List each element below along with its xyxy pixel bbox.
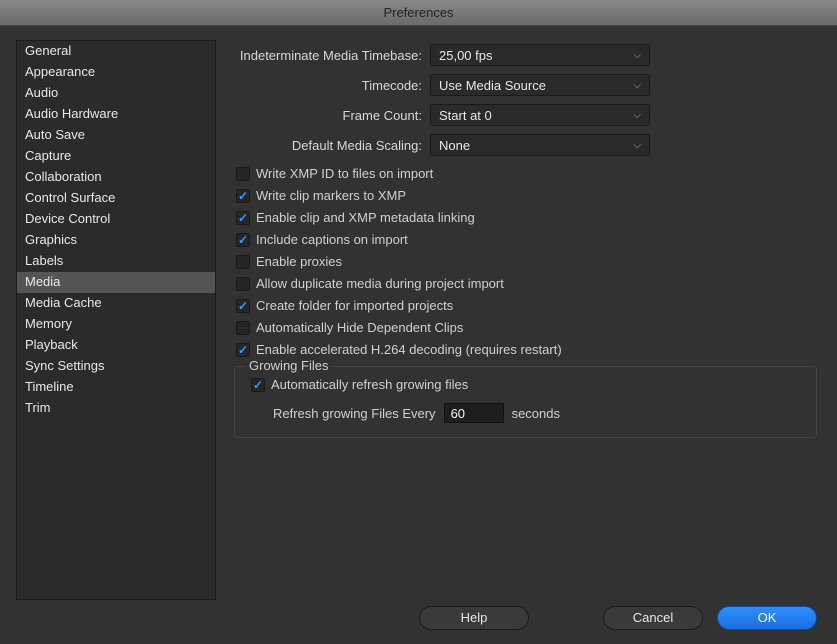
checkbox-icon <box>236 277 250 291</box>
group-title: Growing Files <box>245 358 332 373</box>
dialog-buttons: Help Cancel OK <box>419 606 817 630</box>
label-timebase: Indeterminate Media Timebase: <box>230 48 430 63</box>
preferences-panel: GeneralAppearanceAudioAudio HardwareAuto… <box>0 26 837 644</box>
select-value: 25,00 fps <box>439 48 493 63</box>
ok-button[interactable]: OK <box>717 606 817 630</box>
select-value: Use Media Source <box>439 78 546 93</box>
checkbox-label: Write clip markers to XMP <box>256 186 406 206</box>
check-2[interactable]: Enable clip and XMP metadata linking <box>236 208 821 228</box>
checkbox-icon <box>251 378 265 392</box>
check-7[interactable]: Automatically Hide Dependent Clips <box>236 318 821 338</box>
select-scaling[interactable]: None ⌵ <box>430 134 650 156</box>
label-framecount: Frame Count: <box>230 108 430 123</box>
check-4[interactable]: Enable proxies <box>236 252 821 272</box>
select-framecount[interactable]: Start at 0 ⌵ <box>430 104 650 126</box>
sidebar-item-auto-save[interactable]: Auto Save <box>17 125 215 146</box>
checkbox-label: Write XMP ID to files on import <box>256 164 433 184</box>
chevron-down-icon: ⌵ <box>633 110 641 121</box>
checkbox-label: Enable accelerated H.264 decoding (requi… <box>256 340 562 360</box>
check-6[interactable]: Create folder for imported projects <box>236 296 821 316</box>
checkbox-icon <box>236 167 250 181</box>
check-5[interactable]: Allow duplicate media during project imp… <box>236 274 821 294</box>
row-framecount: Frame Count: Start at 0 ⌵ <box>230 104 821 126</box>
category-sidebar: GeneralAppearanceAudioAudio HardwareAuto… <box>16 40 216 600</box>
sidebar-item-labels[interactable]: Labels <box>17 251 215 272</box>
checkbox-label: Automatically refresh growing files <box>271 375 468 395</box>
select-value: Start at 0 <box>439 108 492 123</box>
check-auto-refresh[interactable]: Automatically refresh growing files <box>251 375 806 395</box>
chevron-down-icon: ⌵ <box>633 140 641 151</box>
sidebar-item-device-control[interactable]: Device Control <box>17 209 215 230</box>
chevron-down-icon: ⌵ <box>633 80 641 91</box>
sidebar-item-playback[interactable]: Playback <box>17 335 215 356</box>
checkbox-label: Allow duplicate media during project imp… <box>256 274 504 294</box>
interval-suffix: seconds <box>512 406 560 421</box>
sidebar-item-appearance[interactable]: Appearance <box>17 62 215 83</box>
cancel-button[interactable]: Cancel <box>603 606 703 630</box>
sidebar-item-memory[interactable]: Memory <box>17 314 215 335</box>
sidebar-item-audio[interactable]: Audio <box>17 83 215 104</box>
checkbox-icon <box>236 233 250 247</box>
select-timebase[interactable]: 25,00 fps ⌵ <box>430 44 650 66</box>
growing-files-group: Growing Files Automatically refresh grow… <box>234 366 817 438</box>
checkbox-icon <box>236 299 250 313</box>
interval-input[interactable] <box>444 403 504 423</box>
sidebar-item-control-surface[interactable]: Control Surface <box>17 188 215 209</box>
content-row: GeneralAppearanceAudioAudio HardwareAuto… <box>16 40 821 600</box>
sidebar-item-capture[interactable]: Capture <box>17 146 215 167</box>
check-0[interactable]: Write XMP ID to files on import <box>236 164 821 184</box>
checkbox-icon <box>236 343 250 357</box>
sidebar-item-general[interactable]: General <box>17 41 215 62</box>
sidebar-item-media-cache[interactable]: Media Cache <box>17 293 215 314</box>
checkbox-label: Include captions on import <box>256 230 408 250</box>
select-timecode[interactable]: Use Media Source ⌵ <box>430 74 650 96</box>
checkbox-icon <box>236 321 250 335</box>
checkbox-icon <box>236 211 250 225</box>
sidebar-item-sync-settings[interactable]: Sync Settings <box>17 356 215 377</box>
checkbox-icon <box>236 189 250 203</box>
checkbox-icon <box>236 255 250 269</box>
select-value: None <box>439 138 470 153</box>
window-titlebar: Preferences <box>0 0 837 26</box>
sidebar-item-timeline[interactable]: Timeline <box>17 377 215 398</box>
sidebar-item-audio-hardware[interactable]: Audio Hardware <box>17 104 215 125</box>
sidebar-item-graphics[interactable]: Graphics <box>17 230 215 251</box>
sidebar-item-media[interactable]: Media <box>17 272 215 293</box>
row-timecode: Timecode: Use Media Source ⌵ <box>230 74 821 96</box>
row-scaling: Default Media Scaling: None ⌵ <box>230 134 821 156</box>
help-button[interactable]: Help <box>419 606 529 630</box>
check-8[interactable]: Enable accelerated H.264 decoding (requi… <box>236 340 821 360</box>
row-timebase: Indeterminate Media Timebase: 25,00 fps … <box>230 44 821 66</box>
sidebar-item-collaboration[interactable]: Collaboration <box>17 167 215 188</box>
checkbox-label: Automatically Hide Dependent Clips <box>256 318 463 338</box>
checkbox-label: Enable clip and XMP metadata linking <box>256 208 475 228</box>
check-1[interactable]: Write clip markers to XMP <box>236 186 821 206</box>
checkbox-label: Enable proxies <box>256 252 342 272</box>
chevron-down-icon: ⌵ <box>633 50 641 61</box>
checkbox-label: Create folder for imported projects <box>256 296 453 316</box>
window-title: Preferences <box>383 5 453 20</box>
label-timecode: Timecode: <box>230 78 430 93</box>
interval-prefix: Refresh growing Files Every <box>273 406 436 421</box>
media-settings-pane: Indeterminate Media Timebase: 25,00 fps … <box>230 40 821 600</box>
check-3[interactable]: Include captions on import <box>236 230 821 250</box>
refresh-interval-row: Refresh growing Files Every seconds <box>273 403 806 423</box>
checkbox-list: Write XMP ID to files on importWrite cli… <box>230 164 821 360</box>
label-scaling: Default Media Scaling: <box>230 138 430 153</box>
sidebar-item-trim[interactable]: Trim <box>17 398 215 419</box>
